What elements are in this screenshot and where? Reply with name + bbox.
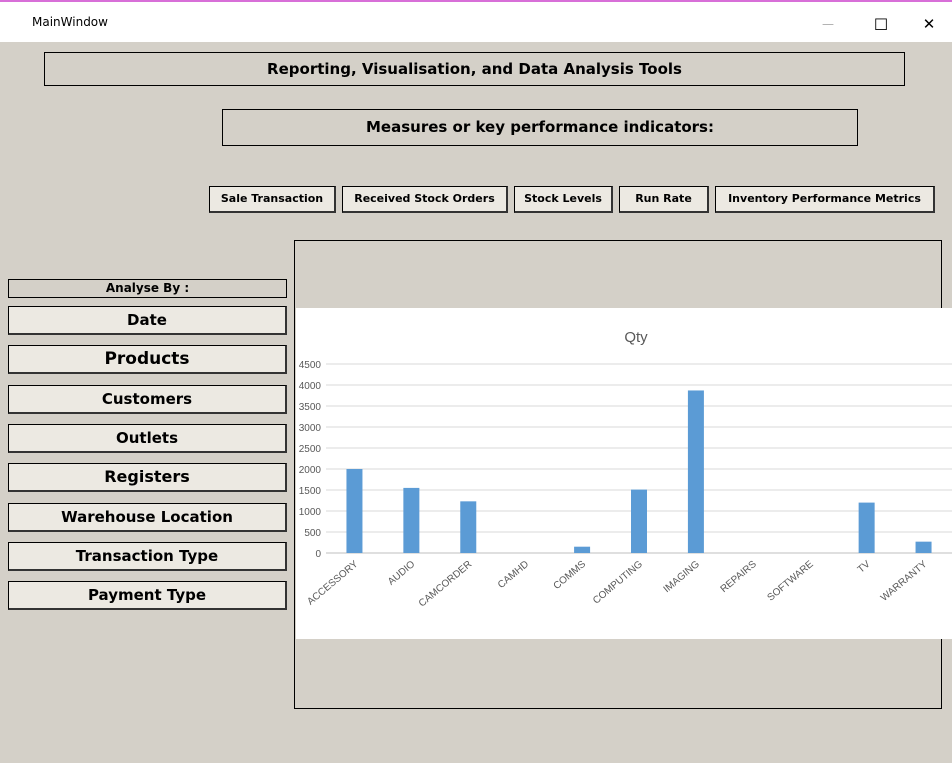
- y-tick-label: 2000: [299, 465, 322, 476]
- bar: [687, 390, 704, 553]
- sidebar-item-warehouse-location[interactable]: Warehouse Location: [8, 503, 287, 532]
- bar: [631, 489, 647, 553]
- y-tick-label: 500: [304, 528, 321, 539]
- x-tick-label: COMPUTING: [591, 559, 645, 607]
- x-tick-label: SOFTWARE: [765, 559, 815, 604]
- chart-title: Qty: [624, 329, 648, 346]
- x-tick-label: CAMHD: [496, 559, 531, 591]
- y-tick-label: 0: [315, 549, 321, 560]
- window-title: MainWindow: [32, 15, 108, 29]
- y-tick-label: 1500: [299, 486, 322, 497]
- page-title: Reporting, Visualisation, and Data Analy…: [267, 60, 682, 78]
- x-tick-label: IMAGING: [662, 559, 702, 595]
- run-rate-button[interactable]: Run Rate: [619, 186, 709, 213]
- sidebar-item-products[interactable]: Products: [8, 345, 287, 374]
- sidebar-item-transaction-type[interactable]: Transaction Type: [8, 542, 287, 571]
- y-tick-label: 4000: [299, 381, 322, 392]
- bar: [403, 487, 420, 553]
- x-tick-label: TV: [856, 559, 873, 576]
- close-icon: ✕: [922, 15, 936, 33]
- x-tick-label: REPAIRS: [719, 559, 759, 595]
- received-stock-orders-button[interactable]: Received Stock Orders: [342, 186, 508, 213]
- sidebar-item-outlets[interactable]: Outlets: [8, 424, 287, 453]
- sale-transaction-button[interactable]: Sale Transaction: [209, 186, 336, 213]
- x-tick-label: WARRANTY: [879, 559, 930, 604]
- bar: [574, 546, 591, 553]
- close-button[interactable]: ✕: [909, 10, 949, 38]
- stock-levels-button[interactable]: Stock Levels: [514, 186, 613, 213]
- sidebar-item-registers[interactable]: Registers: [8, 463, 287, 492]
- sidebar-item-date[interactable]: Date: [8, 306, 287, 335]
- maximize-button[interactable]: ☐: [861, 10, 901, 38]
- x-tick-label: ACCESSORY: [305, 559, 360, 608]
- kpi-heading: Measures or key performance indicators:: [366, 118, 714, 136]
- title-bar: MainWindow — ☐ ✕: [0, 0, 952, 42]
- sidebar-item-customers[interactable]: Customers: [8, 385, 287, 414]
- y-tick-label: 4500: [299, 360, 322, 371]
- y-tick-label: 3000: [299, 423, 322, 434]
- minimize-icon: —: [822, 17, 834, 31]
- x-tick-label: CAMCORDER: [417, 559, 474, 610]
- sidebar-item-payment-type[interactable]: Payment Type: [8, 581, 287, 610]
- minimize-button[interactable]: —: [808, 10, 848, 38]
- y-tick-label: 3500: [299, 402, 322, 413]
- bar-chart: Qty 0 500 1000 1500 2000 2500 3000 3500 4000 4500 A…: [299, 329, 952, 610]
- chart-area: Qty 0 500 1000 1500 2000 2500 3000 3500 4000 4500 A…: [296, 308, 952, 639]
- header-banner: Reporting, Visualisation, and Data Analy…: [44, 52, 905, 86]
- bar: [346, 469, 363, 553]
- x-tick-label: AUDIO: [386, 559, 418, 588]
- kpi-banner: Measures or key performance indicators:: [222, 109, 858, 146]
- bar: [460, 501, 477, 553]
- x-tick-label: COMMS: [552, 559, 589, 592]
- inventory-performance-metrics-button[interactable]: Inventory Performance Metrics: [715, 186, 935, 213]
- bar: [915, 541, 932, 553]
- analyse-by-label: Analyse By :: [8, 279, 287, 298]
- y-tick-label: 1000: [299, 507, 322, 518]
- bar: [858, 502, 875, 553]
- y-tick-label: 2500: [299, 444, 322, 455]
- maximize-icon: ☐: [873, 14, 889, 34]
